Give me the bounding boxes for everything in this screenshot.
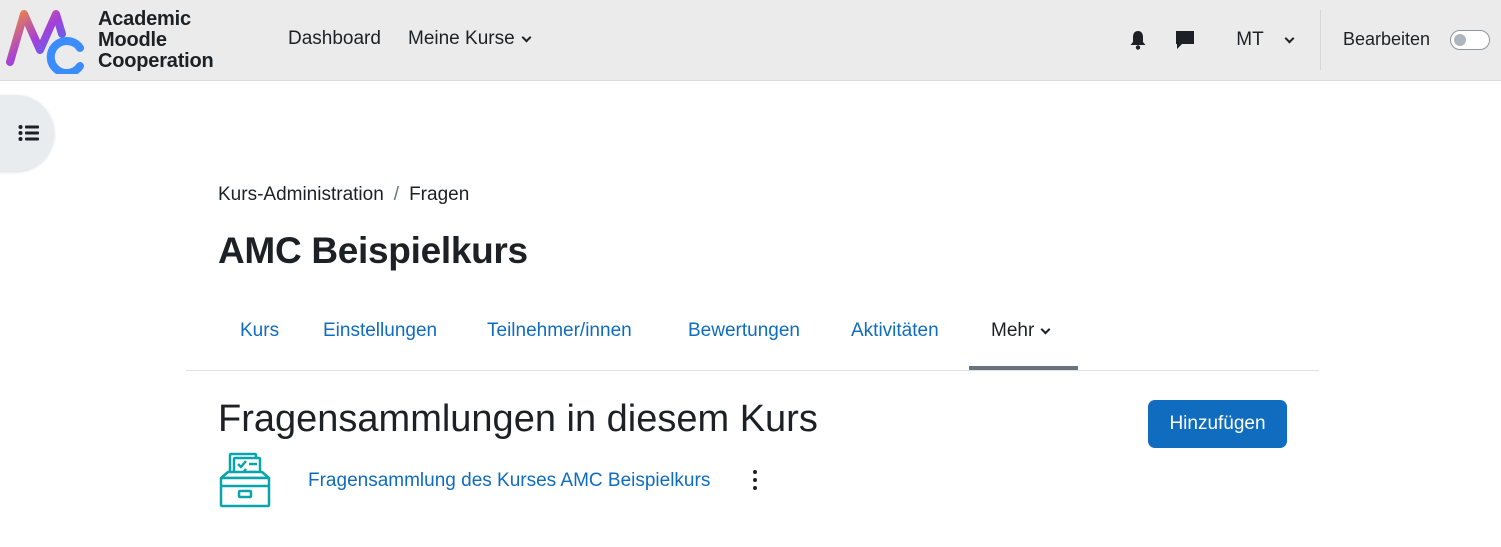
kebab-menu-icon[interactable] [745, 468, 765, 492]
nav-my-courses-label: Meine Kurse [408, 28, 515, 49]
tab-teilnehmer[interactable]: Teilnehmer/innen [487, 320, 632, 342]
tab-mehr[interactable]: Mehr [991, 320, 1051, 342]
page-title: AMC Beispielkurs [218, 230, 528, 271]
tab-aktivitaeten[interactable]: Aktivitäten [851, 320, 939, 342]
kebab-dot [753, 478, 757, 482]
chevron-down-icon [1040, 324, 1051, 334]
nav-dashboard-link[interactable]: Dashboard [288, 28, 381, 50]
chevron-down-icon [521, 32, 532, 42]
site-logo[interactable]: Academic Moodle Cooperation [6, 6, 236, 74]
nav-my-courses-dropdown[interactable]: Meine Kurse [408, 28, 532, 50]
breadcrumb-item-course-admin[interactable]: Kurs-Administration [218, 184, 384, 206]
tab-mehr-label: Mehr [991, 320, 1035, 341]
top-navbar: Academic Moodle Cooperation Dashboard Me… [0, 0, 1501, 81]
question-bank-icon [218, 452, 272, 508]
add-button[interactable]: Hinzufügen [1148, 400, 1287, 448]
navbar-divider [1320, 10, 1321, 70]
tab-einstellungen[interactable]: Einstellungen [323, 320, 437, 342]
amc-logo-icon [6, 10, 84, 74]
breadcrumb: Kurs-Administration / Fragen [218, 184, 469, 206]
logo-text: Academic Moodle Cooperation [98, 7, 214, 72]
active-tab-indicator [969, 366, 1078, 370]
kebab-dot [753, 470, 757, 474]
avatar: MT [1236, 29, 1264, 50]
logo-line-1: Academic [98, 7, 191, 30]
tab-kurs[interactable]: Kurs [240, 320, 279, 342]
kebab-dot [753, 486, 757, 490]
breadcrumb-item-questions: Fragen [409, 184, 470, 205]
list-icon [18, 125, 39, 141]
logo-line-2: Moodle [98, 28, 167, 51]
course-index-toggle[interactable] [0, 95, 54, 171]
question-bank-link[interactable]: Fragensammlung des Kurses AMC Beispielku… [308, 470, 710, 492]
chevron-down-icon [1284, 33, 1295, 43]
chat-icon[interactable] [1173, 28, 1197, 52]
bell-icon[interactable] [1126, 28, 1150, 52]
section-title: Fragensammlungen in diesem Kurs [218, 398, 818, 440]
user-menu[interactable]: MT [1222, 20, 1295, 60]
breadcrumb-separator: / [393, 184, 400, 205]
tab-bewertungen[interactable]: Bewertungen [688, 320, 800, 342]
edit-mode-toggle[interactable] [1450, 30, 1490, 50]
secondary-nav: Kurs Einstellungen Teilnehmer/innen Bewe… [186, 300, 1319, 371]
edit-mode-label: Bearbeiten [1343, 29, 1431, 49]
logo-line-3: Cooperation [98, 49, 214, 72]
